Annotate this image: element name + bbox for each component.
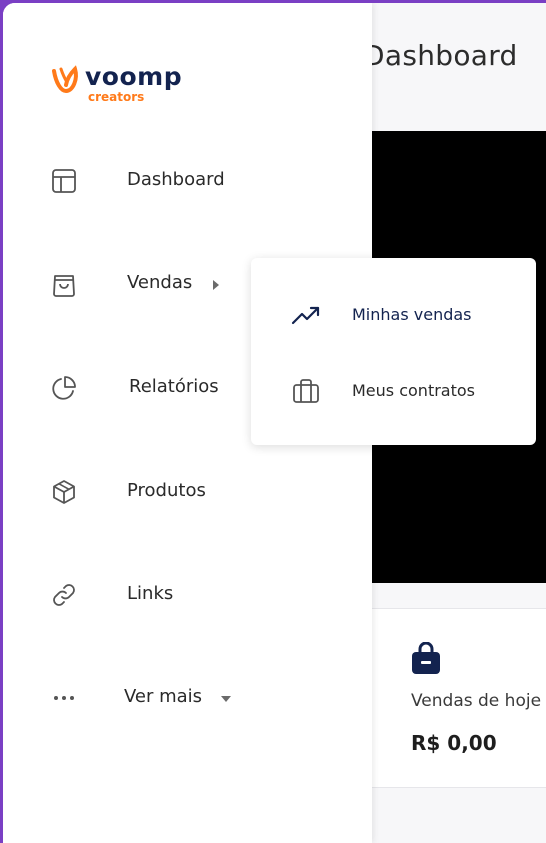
package-icon [53, 480, 75, 504]
trending-up-icon [291, 306, 320, 325]
shopping-bag-filled-icon [412, 642, 440, 674]
brand-tagline: creators [88, 90, 145, 104]
sidebar-item-label: Vendas [127, 272, 193, 293]
voomp-logo-mark [52, 65, 78, 94]
link-icon [53, 584, 75, 606]
brand-logo[interactable]: voomp creators [51, 62, 201, 107]
today-sales-value: R$ 0,00 [411, 731, 497, 755]
pie-chart-icon [52, 376, 76, 400]
briefcase-icon [293, 379, 319, 403]
brand-name: voomp [85, 62, 183, 91]
chevron-right-icon [213, 280, 219, 290]
page-title: Dashboard [363, 39, 518, 72]
sidebar-item-label: Ver mais [124, 686, 203, 707]
app-window: Dashboard Vendas de hoje R$ 0,00 voomp c… [3, 3, 546, 843]
sidebar-item-produtos[interactable]: Produtos [3, 464, 372, 520]
today-sales-label: Vendas de hoje [411, 691, 542, 711]
more-horizontal-icon [54, 696, 74, 700]
vendas-submenu: Minhas vendas Meus contratos [251, 258, 536, 445]
sidebar-item-dashboard[interactable]: Dashboard [3, 153, 372, 209]
submenu-item-minhas-vendas[interactable]: Minhas vendas [251, 287, 536, 343]
today-sales-card: Vendas de hoje R$ 0,00 [371, 608, 546, 788]
chevron-down-icon [221, 696, 231, 702]
sidebar-item-ver-mais[interactable]: Ver mais [3, 670, 372, 726]
submenu-item-label: Meus contratos [352, 381, 475, 400]
submenu-item-label: Minhas vendas [352, 305, 472, 324]
layout-icon [52, 169, 76, 193]
sidebar-item-label: Relatórios [129, 376, 219, 397]
sidebar-item-label: Links [127, 583, 174, 604]
sidebar-item-links[interactable]: Links [3, 567, 372, 623]
sidebar-item-label: Dashboard [127, 169, 225, 190]
sidebar-item-label: Produtos [127, 480, 206, 501]
submenu-item-meus-contratos[interactable]: Meus contratos [251, 363, 536, 419]
shopping-bag-icon [53, 275, 75, 297]
